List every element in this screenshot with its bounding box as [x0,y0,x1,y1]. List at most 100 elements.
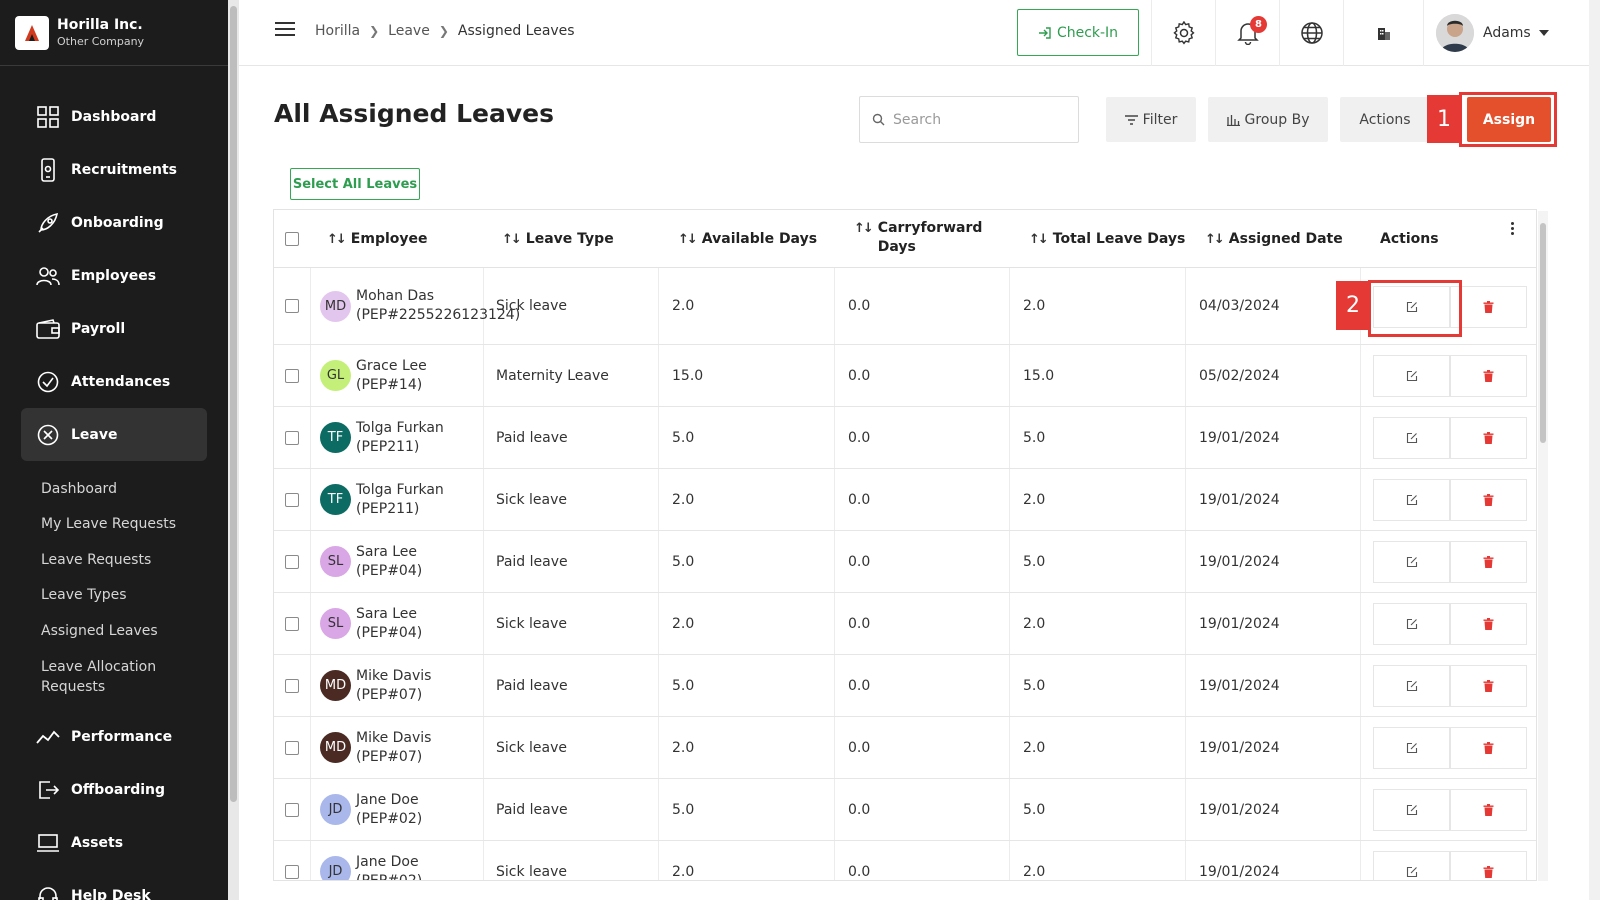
edit-icon [1406,680,1417,692]
employee-name: Mike Davis (PEP#07) [356,667,432,703]
column-carryforward-days-label: Carryforward Days [877,220,983,255]
language-button[interactable] [1279,0,1343,66]
table-row[interactable]: SL Sara Lee (PEP#04) Paid leave 5.0 0.0 5.0 19… [274,531,1536,593]
sidebar-scrollbar-thumb[interactable] [230,6,237,802]
user-menu[interactable]: Adams [1423,0,1589,66]
settings-button[interactable] [1151,0,1215,66]
delete-button[interactable] [1450,355,1527,397]
breadcrumb-leave[interactable]: Leave [388,23,430,39]
row-checkbox[interactable] [285,802,299,817]
table-row[interactable]: TF Tolga Furkan (PEP211) Paid leave 5.0 0.0 5… [274,407,1536,469]
column-available-days[interactable]: ↑↓ Available Days [678,210,817,268]
edit-button[interactable] [1373,479,1450,521]
actions-button[interactable]: Actions [1340,97,1430,142]
edit-button[interactable] [1373,789,1450,831]
check-in-button[interactable]: Check-In [1017,9,1139,56]
row-checkbox[interactable] [285,492,299,507]
sidebar-item-help-desk[interactable]: Help Desk [0,870,207,900]
column-carryforward-days[interactable]: ↑↓ Carryforward Days [854,210,994,268]
edit-button[interactable] [1373,355,1450,397]
column-total-leave-days[interactable]: ↑↓ Total Leave Days [1029,210,1185,268]
row-checkbox[interactable] [285,368,299,383]
people-icon [36,264,60,288]
edit-button[interactable] [1373,665,1450,707]
select-all-checkbox[interactable] [285,232,299,246]
search-input[interactable] [893,111,1063,128]
delete-button[interactable] [1450,285,1527,328]
sidebar-item-performance[interactable]: Performance [0,711,207,764]
table-row[interactable]: MD Mike Davis (PEP#07) Paid leave 5.0 0.0 5.0… [274,655,1536,717]
row-select-cell [285,655,299,716]
delete-button[interactable] [1450,789,1527,831]
page-scrollbar[interactable] [1589,0,1600,900]
assigned-date-cell: 05/02/2024 [1199,367,1280,384]
subnav-item-assigned-leaves[interactable]: Assigned Leaves [0,613,228,649]
table-row[interactable]: MD Mike Davis (PEP#07) Sick leave 2.0 0.0 2.0… [274,717,1536,779]
column-assigned-date[interactable]: ↑↓ Assigned Date [1205,210,1343,268]
table-scrollbar-thumb[interactable] [1540,223,1546,443]
sidebar-item-leave[interactable]: Leave [21,408,207,461]
delete-button[interactable] [1450,851,1527,880]
select-all-leaves-button[interactable]: Select All Leaves [290,168,420,200]
edit-button[interactable] [1373,603,1450,645]
delete-button[interactable] [1450,727,1527,769]
sidebar-item-payroll[interactable]: Payroll [0,302,207,355]
actions-label: Actions [1359,111,1411,128]
subnav-item-dashboard[interactable]: Dashboard [0,471,228,507]
subnav-item-leave-types[interactable]: Leave Types [0,578,228,614]
edit-button[interactable] [1373,541,1450,583]
notifications-button[interactable]: 8 [1215,0,1279,66]
delete-button[interactable] [1450,541,1527,583]
employee-avatar: SL [320,546,351,577]
row-checkbox[interactable] [285,678,299,693]
company-switch-button[interactable] [1343,0,1423,66]
sidebar-item-dashboard[interactable]: Dashboard [0,90,207,143]
leave-type-cell: Paid leave [496,801,568,818]
sidebar-item-recruitments[interactable]: Recruitments [0,143,207,196]
subnav-item-leave-requests[interactable]: Leave Requests [0,542,228,578]
employee-avatar: JD [320,794,351,825]
edit-button[interactable] [1373,285,1450,328]
delete-button[interactable] [1450,603,1527,645]
table-row[interactable]: TF Tolga Furkan (PEP211) Sick leave 2.0 0.0 2… [274,469,1536,531]
row-checkbox[interactable] [285,616,299,631]
assigned-date-cell: 04/03/2024 [1199,298,1280,314]
sidebar-item-assets[interactable]: Assets [0,817,207,870]
sidebar-scrollbar[interactable] [228,0,239,900]
employee-name: Sara Lee (PEP#04) [356,543,423,579]
subnav-item-leave-allocation-requests[interactable]: Leave Allocation Requests [0,649,228,705]
group-by-button[interactable]: Group By [1208,97,1328,142]
sidebar-item-attendances[interactable]: Attendances [0,355,207,408]
table-row[interactable]: JD Jane Doe (PEP#02) Paid leave 5.0 0.0 5.0 19… [274,779,1536,841]
row-checkbox[interactable] [285,554,299,569]
column-employee[interactable]: ↑↓ Employee [327,210,428,268]
sidebar-item-employees[interactable]: Employees [0,249,207,302]
carryforward-days-cell: 0.0 [848,677,871,694]
sidebar-item-offboarding[interactable]: Offboarding [0,764,207,817]
brand[interactable]: Horilla Inc. Other Company [0,0,228,66]
edit-button[interactable] [1373,851,1450,880]
search-box[interactable] [859,96,1079,143]
column-leave-type[interactable]: ↑↓ Leave Type [502,210,614,268]
laptop-icon [36,831,60,855]
edit-button[interactable] [1373,417,1450,459]
delete-button[interactable] [1450,417,1527,459]
row-checkbox[interactable] [285,740,299,755]
table-row[interactable]: GL Grace Lee (PEP#14) Maternity Leave 15.0 0… [274,345,1536,407]
breadcrumb-home[interactable]: Horilla [315,23,360,39]
sidebar-item-onboarding[interactable]: Onboarding [0,196,207,249]
table-row[interactable]: JD Jane Doe (PEP#02) Sick leave 2.0 0.0 2.0 19… [274,841,1536,880]
edit-button[interactable] [1373,727,1450,769]
subnav-item-my-leave-requests[interactable]: My Leave Requests [0,507,228,543]
delete-button[interactable] [1450,479,1527,521]
row-checkbox[interactable] [285,430,299,445]
more-options-icon[interactable] [1510,222,1516,237]
delete-button[interactable] [1450,665,1527,707]
table-row[interactable]: SL Sara Lee (PEP#04) Sick leave 2.0 0.0 2.0 19… [274,593,1536,655]
assign-button[interactable]: Assign [1467,97,1551,142]
table-scrollbar[interactable] [1538,211,1548,881]
row-checkbox[interactable] [285,299,299,313]
row-checkbox[interactable] [285,864,299,879]
menu-toggle-icon[interactable] [275,22,295,42]
filter-button[interactable]: Filter [1106,97,1196,142]
